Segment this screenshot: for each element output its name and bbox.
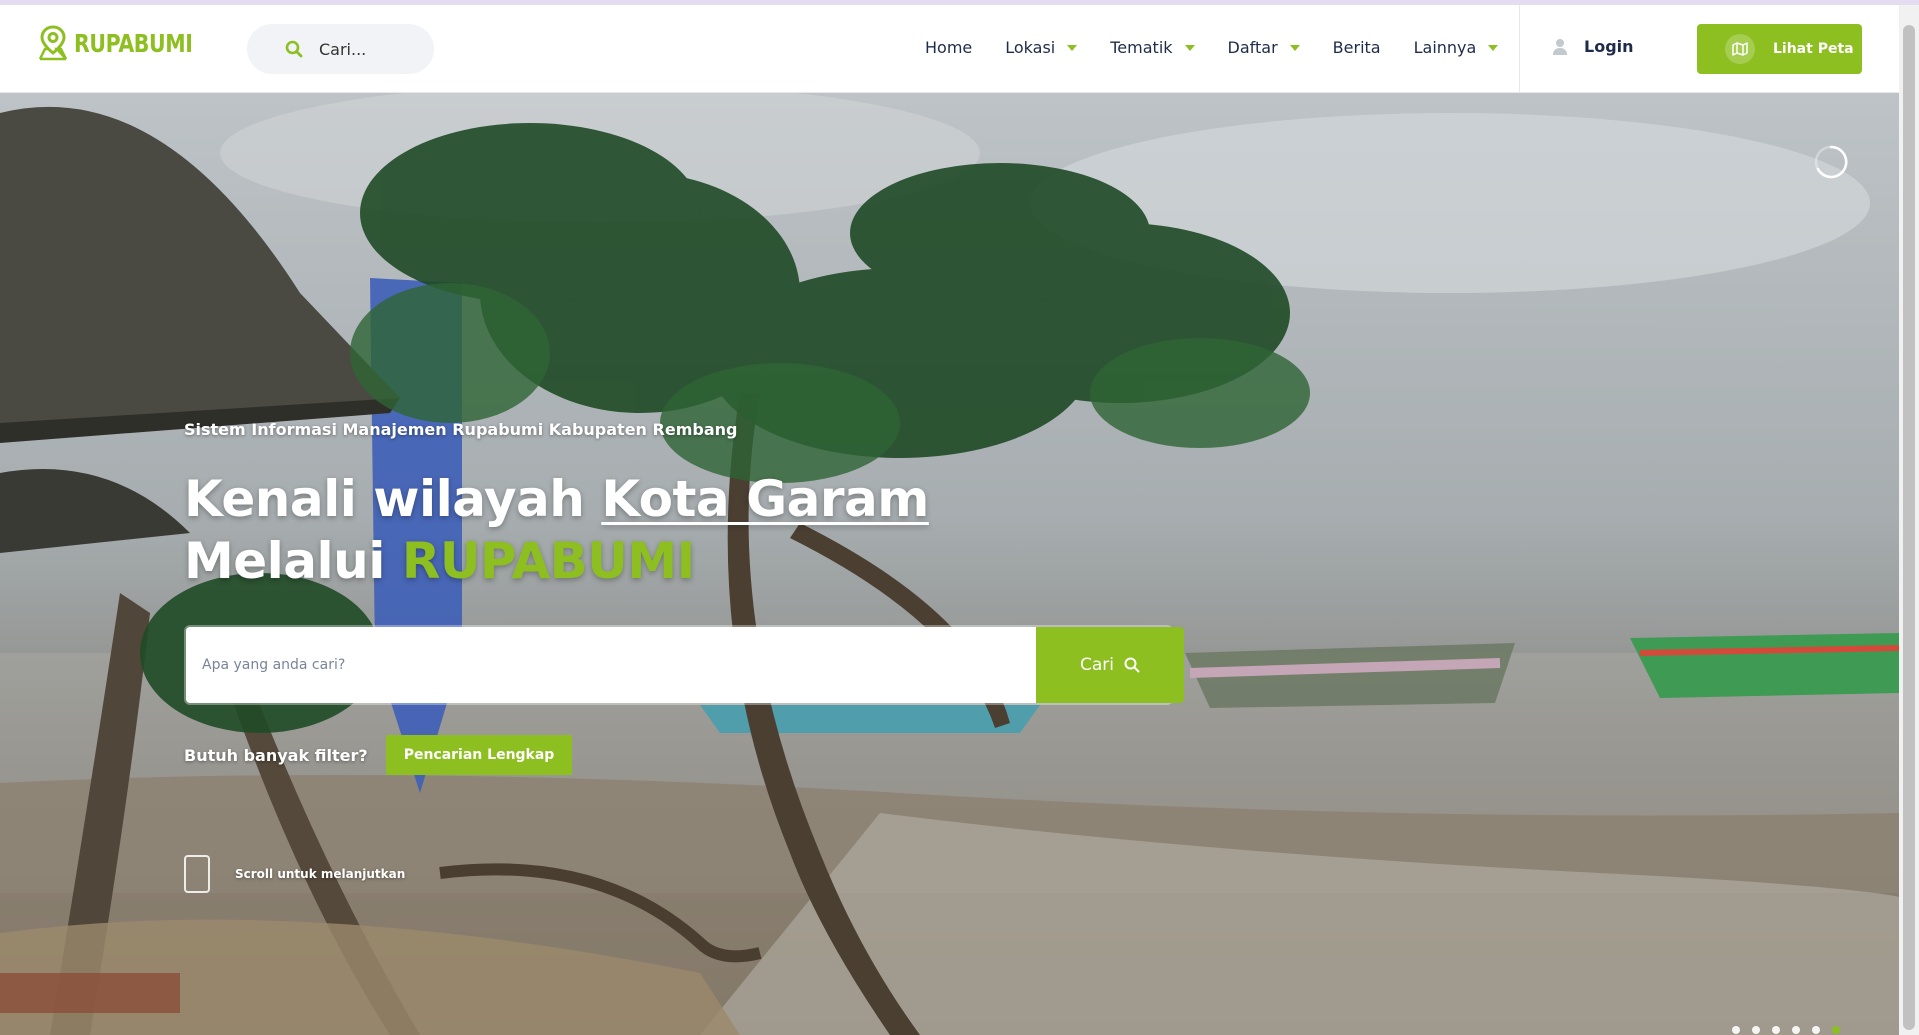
slider-dot[interactable] bbox=[1792, 1026, 1800, 1034]
slider-dot[interactable] bbox=[1812, 1026, 1820, 1034]
caret-down-icon bbox=[1067, 44, 1078, 51]
login-label: Login bbox=[1584, 37, 1634, 56]
mouse-scroll-icon bbox=[184, 855, 210, 893]
main-nav: Home Lokasi Tematik Daftar Berita Lainny… bbox=[925, 38, 1531, 57]
slider-dot[interactable] bbox=[1732, 1026, 1740, 1034]
nav-item-label: Lokasi bbox=[1005, 38, 1056, 57]
search-icon bbox=[1124, 657, 1140, 673]
header-divider bbox=[1519, 5, 1520, 93]
logo-text: RUPABUMI bbox=[74, 28, 193, 58]
view-map-label: Lihat Peta bbox=[1773, 41, 1854, 57]
view-map-button[interactable]: Lihat Peta bbox=[1697, 24, 1862, 74]
hero-section: Sistem Informasi Manajemen Rupabumi Kabu… bbox=[0, 93, 1899, 1035]
filter-question: Butuh banyak filter? bbox=[184, 745, 368, 765]
nav-item-label: Tematik bbox=[1110, 38, 1173, 57]
user-icon bbox=[1553, 38, 1567, 55]
advanced-search-button[interactable]: Pencarian Lengkap bbox=[385, 735, 573, 775]
headline-accent: RUPABUMI bbox=[401, 532, 695, 590]
hero-subtitle: Sistem Informasi Manajemen Rupabumi Kabu… bbox=[184, 420, 738, 439]
hero-search-button-label: Cari bbox=[1080, 655, 1114, 675]
scroll-hint-label: Scroll untuk melanjutkan bbox=[235, 867, 406, 881]
slider-pagination bbox=[1732, 1026, 1840, 1034]
header-search-box[interactable]: Cari... bbox=[247, 24, 434, 74]
nav-item-lokasi[interactable]: Lokasi bbox=[1005, 38, 1078, 57]
map-pin-logo-icon bbox=[38, 25, 68, 61]
site-header: RUPABUMI Cari... Home Lokasi Tematik Daf… bbox=[0, 5, 1899, 93]
hero-search-button[interactable]: Cari bbox=[1036, 627, 1184, 703]
slider-dot[interactable] bbox=[1752, 1026, 1760, 1034]
header-search-input[interactable]: Cari... bbox=[319, 40, 366, 59]
slider-dot[interactable] bbox=[1772, 1026, 1780, 1034]
nav-item-tematik[interactable]: Tematik bbox=[1110, 38, 1195, 57]
slider-dot-active[interactable] bbox=[1832, 1026, 1840, 1034]
search-icon bbox=[285, 40, 303, 58]
nav-item-berita[interactable]: Berita bbox=[1333, 38, 1381, 57]
headline-prefix: Kenali wilayah bbox=[184, 470, 602, 528]
scroll-hint[interactable]: Scroll untuk melanjutkan bbox=[184, 855, 405, 893]
nav-item-label: Berita bbox=[1332, 38, 1381, 57]
scrollbar-thumb[interactable] bbox=[1903, 25, 1915, 1030]
nav-item-lainnya[interactable]: Lainnya bbox=[1414, 38, 1499, 57]
advanced-filter-row: Butuh banyak filter? Pencarian Lengkap bbox=[184, 735, 573, 775]
nav-item-label: Home bbox=[925, 38, 973, 57]
caret-down-icon bbox=[1488, 44, 1499, 51]
map-icon bbox=[1725, 34, 1755, 64]
page-scrollbar[interactable] bbox=[1899, 5, 1919, 1035]
loading-spinner-icon bbox=[1814, 145, 1848, 179]
site-logo[interactable]: RUPABUMI bbox=[38, 25, 218, 61]
headline-link-kota-garam[interactable]: Kota Garam bbox=[601, 470, 929, 528]
caret-down-icon bbox=[1289, 44, 1300, 51]
caret-down-icon bbox=[1184, 44, 1195, 51]
hero-search-bar: Apa yang anda cari? Cari bbox=[184, 625, 1184, 705]
login-link[interactable]: Login bbox=[1552, 37, 1634, 56]
nav-item-daftar[interactable]: Daftar bbox=[1228, 38, 1300, 57]
headline-prefix-2: Melalui bbox=[184, 532, 402, 590]
hero-headline: Kenali wilayah Kota Garam Melalui RUPABU… bbox=[184, 468, 929, 592]
nav-item-home[interactable]: Home bbox=[925, 38, 972, 57]
nav-item-label: Daftar bbox=[1227, 38, 1278, 57]
hero-search-input[interactable]: Apa yang anda cari? bbox=[186, 627, 1036, 703]
nav-item-label: Lainnya bbox=[1413, 38, 1477, 57]
